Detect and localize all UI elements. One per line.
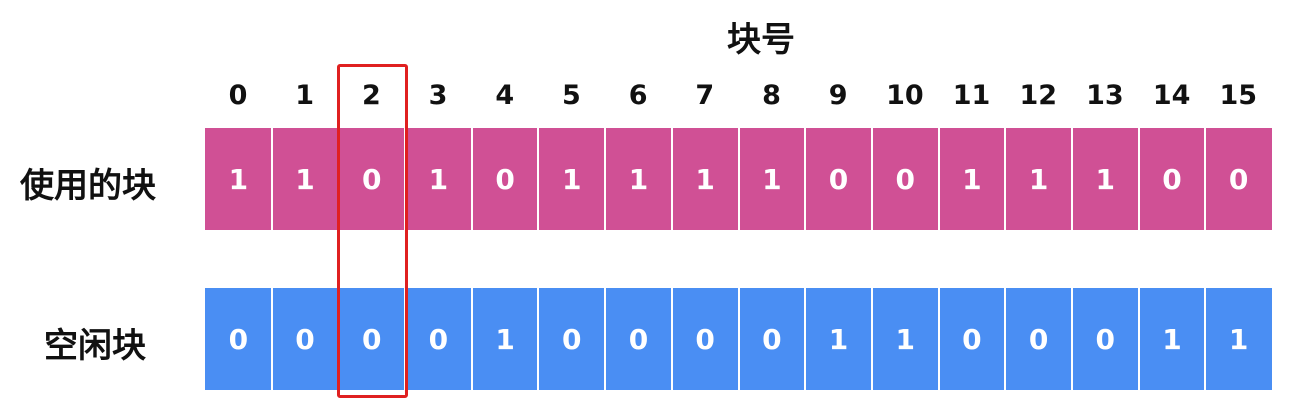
- bitmap-cell: 1: [871, 288, 939, 390]
- cell-divider: [1204, 128, 1207, 230]
- row-label-free-blocks: 空闲块: [44, 326, 146, 366]
- block-number-label: 13: [1086, 80, 1124, 111]
- bitmap-cell: 0: [471, 128, 539, 230]
- cell-divider: [537, 128, 540, 230]
- cell-divider: [470, 288, 473, 390]
- cell-divider: [804, 128, 807, 230]
- row-label-used-blocks: 使用的块: [20, 166, 156, 206]
- cell-divider: [1070, 128, 1073, 230]
- bitmap-cell: 1: [471, 288, 539, 390]
- block-number-label: 11: [952, 80, 991, 111]
- bitmap-cell: 0: [605, 288, 672, 390]
- cell-divider: [270, 128, 273, 230]
- cell-divider: [670, 288, 673, 390]
- cell-divider: [537, 288, 540, 390]
- block-number-label: 12: [1019, 80, 1058, 111]
- block-number-label: 6: [628, 80, 648, 111]
- bitmap-cell: 0: [805, 128, 872, 230]
- bitmap-cell: 1: [1205, 288, 1272, 390]
- cell-divider: [1137, 128, 1140, 230]
- bitmap-cell: 1: [605, 128, 672, 230]
- bitmap-cell: 0: [1071, 288, 1139, 390]
- bitmap-cell: 1: [1005, 128, 1072, 230]
- cell-divider: [937, 128, 940, 230]
- cell-divider: [1137, 288, 1140, 390]
- cell-divider: [604, 128, 607, 230]
- block-number-label: 5: [562, 80, 581, 111]
- bitmap-cell: 0: [271, 288, 339, 390]
- cell-divider: [270, 288, 273, 390]
- bitmap-cell: 1: [938, 128, 1006, 230]
- block-number-label: 0: [228, 80, 248, 111]
- bitmap-cell: 0: [938, 288, 1006, 390]
- block-number-label: 14: [1152, 80, 1191, 111]
- cell-divider: [937, 288, 940, 390]
- cell-divider: [604, 288, 607, 390]
- highlight-box-block-2: [336, 64, 408, 398]
- bitmap-cell: 0: [1205, 128, 1272, 230]
- bitmap-cell: 1: [538, 128, 606, 230]
- block-number-label: 3: [428, 80, 448, 111]
- bitmap-cell: 1: [1071, 128, 1139, 230]
- cell-divider: [737, 128, 740, 230]
- cell-divider: [1204, 288, 1207, 390]
- cell-divider: [870, 288, 873, 390]
- bitmap-cell: 1: [1138, 288, 1206, 390]
- cell-divider: [804, 288, 807, 390]
- block-number-label: 4: [495, 80, 515, 111]
- block-bitmap-diagram: 块号 0 1 2 3 4 5 6 7 8 9 10 11 12 13 14 15 使用的块 110101111…: [0, 0, 1308, 403]
- bitmap-cell: 1: [405, 128, 472, 230]
- bitmap-cell: 0: [1138, 128, 1206, 230]
- bitmap-cell: 1: [671, 128, 739, 230]
- bitmap-cell: 0: [405, 288, 472, 390]
- bitmap-cell: 1: [805, 288, 872, 390]
- cell-divider: [670, 128, 673, 230]
- bitmap-cell: 1: [205, 128, 272, 230]
- bitmap-cell: 0: [738, 288, 806, 390]
- bitmap-cell: 0: [871, 128, 939, 230]
- bitmap-cell: 1: [271, 128, 339, 230]
- cell-divider: [470, 128, 473, 230]
- block-number-label: 1: [295, 80, 315, 111]
- diagram-title: 块号: [727, 20, 795, 60]
- cell-divider: [1070, 288, 1073, 390]
- block-number-label: 7: [695, 80, 715, 111]
- cell-divider: [1004, 288, 1007, 390]
- block-number-label: 8: [762, 80, 781, 111]
- block-number-label: 10: [886, 80, 924, 111]
- block-number-label: 9: [828, 80, 848, 111]
- bitmap-cell: 0: [1005, 288, 1072, 390]
- bitmap-cell: 1: [738, 128, 806, 230]
- bitmap-cell: 0: [205, 288, 272, 390]
- cell-divider: [1004, 128, 1007, 230]
- cell-divider: [870, 128, 873, 230]
- bitmap-cell: 0: [538, 288, 606, 390]
- bitmap-cell: 0: [671, 288, 739, 390]
- block-number-label: 15: [1219, 80, 1258, 111]
- cell-divider: [737, 288, 740, 390]
